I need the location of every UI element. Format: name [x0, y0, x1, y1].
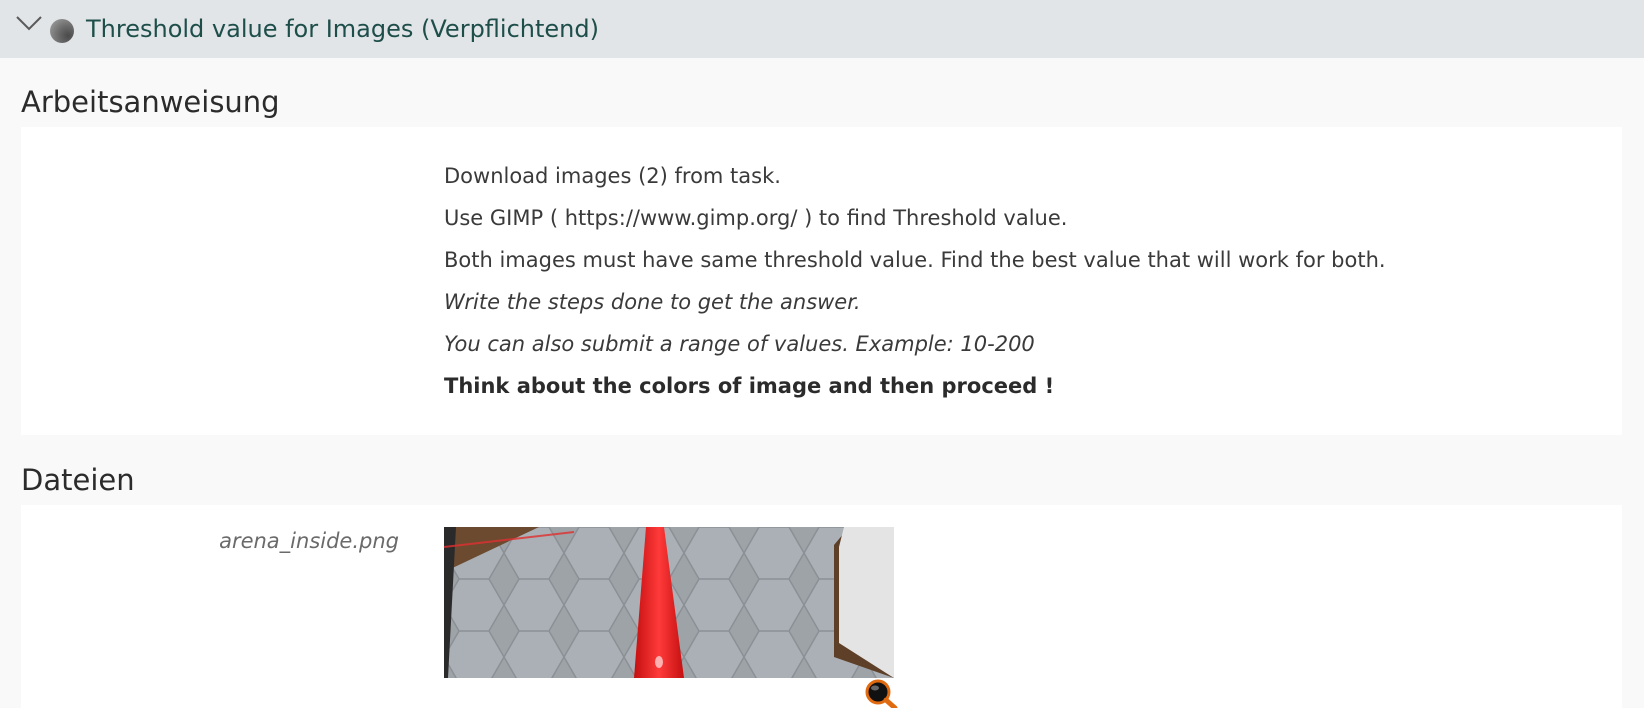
instruction-line-range: You can also submit a range of values. E… [444, 332, 1035, 356]
image-thumbnail[interactable] [444, 527, 894, 678]
status-dot-icon [50, 19, 74, 43]
instruction-line-colors: Think about the colors of image and then… [444, 374, 1055, 398]
files-heading: Dateien [21, 463, 135, 497]
task-header: Threshold value for Images (Verpflichten… [0, 0, 1644, 58]
task-title[interactable]: Threshold value for Images (Verpflichten… [86, 12, 599, 46]
instruction-line-gimp: Use GIMP ( https://www.gimp.org/ ) to fi… [444, 206, 1068, 230]
instruction-line-threshold: Both images must have same threshold val… [444, 248, 1386, 272]
chevron-down-icon[interactable] [14, 12, 44, 34]
instruction-line-download: Download images (2) from task. [444, 164, 781, 188]
instructions-heading: Arbeitsanweisung [21, 85, 280, 119]
instruction-line-steps: Write the steps done to get the answer. [444, 290, 861, 314]
file-name-label: arena_inside.png [219, 529, 399, 553]
magnifier-zoom-icon[interactable] [864, 678, 898, 708]
